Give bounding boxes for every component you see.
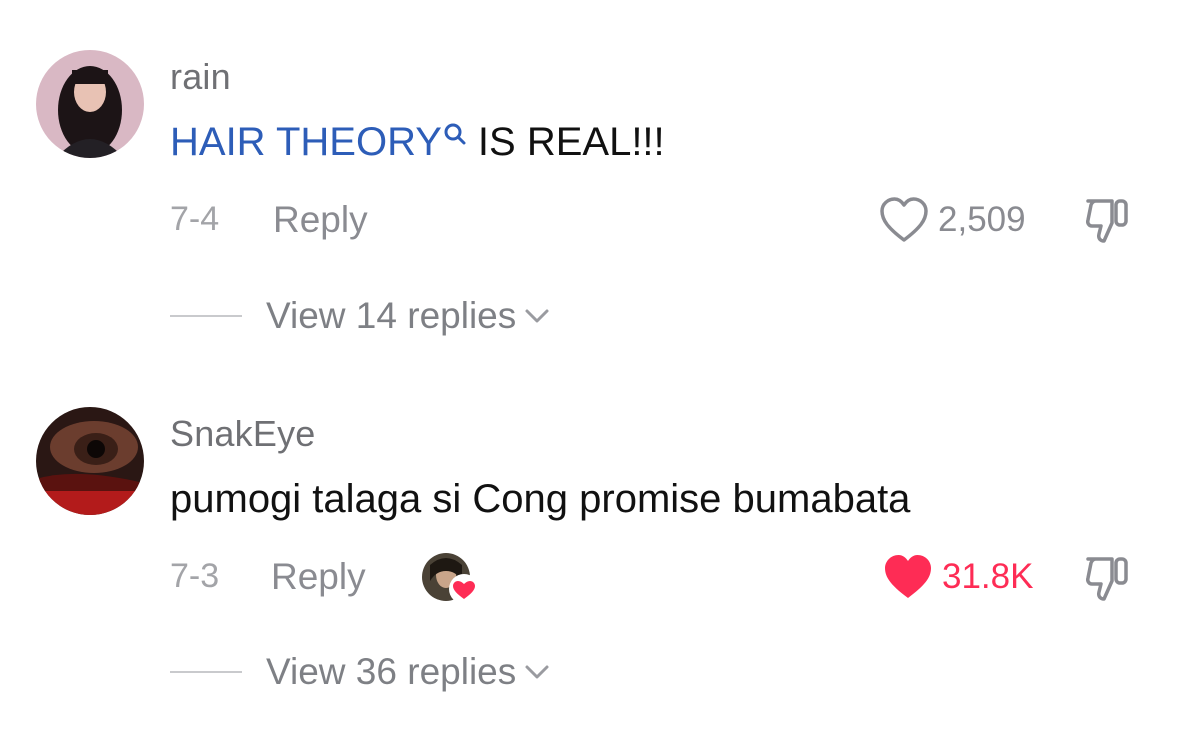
hashtag-label: HAIR THEORY — [170, 120, 442, 164]
view-replies-button[interactable]: View 36 replies — [170, 651, 550, 693]
heart-outline-icon — [880, 197, 928, 242]
thumbs-down-icon[interactable] — [1082, 195, 1134, 247]
comment-date: 7-3 — [170, 557, 220, 595]
like-count: 2,509 — [938, 200, 1026, 239]
comment-text: HAIR THEORY IS REAL!!! — [170, 120, 665, 165]
chevron-down-icon — [525, 665, 549, 679]
like-button[interactable]: 31.8K — [882, 553, 1033, 601]
reply-button[interactable]: Reply — [273, 199, 368, 241]
reply-button[interactable]: Reply — [271, 556, 366, 598]
comment-username[interactable]: SnakEye — [170, 413, 316, 455]
avatar[interactable] — [36, 407, 144, 515]
divider — [170, 315, 242, 317]
thumbs-down-icon[interactable] — [1082, 553, 1134, 605]
creator-liked-badge — [420, 551, 484, 607]
like-button[interactable]: 2,509 — [878, 196, 1026, 244]
hashtag-link[interactable]: HAIR THEORY — [170, 120, 478, 164]
chevron-down-icon — [525, 309, 549, 323]
view-replies-button[interactable]: View 14 replies — [170, 295, 550, 337]
comment-text: pumogi talaga si Cong promise bumabata — [170, 477, 911, 521]
heart-filled-icon — [885, 555, 931, 598]
comment-item: rain HAIR THEORY IS REAL!!! 7-4 Reply 2,5… — [0, 0, 1179, 365]
comment-date: 7-4 — [170, 200, 220, 238]
divider — [170, 671, 242, 673]
search-icon — [444, 123, 466, 145]
avatar[interactable] — [36, 50, 144, 158]
comment-item: SnakEye pumogi talaga si Cong promise bu… — [0, 365, 1179, 730]
view-replies-label: View 14 replies — [266, 295, 517, 336]
comment-username[interactable]: rain — [170, 56, 231, 98]
like-count: 31.8K — [942, 557, 1034, 596]
view-replies-label: View 36 replies — [266, 651, 517, 692]
comment-body: IS REAL!!! — [477, 120, 665, 164]
